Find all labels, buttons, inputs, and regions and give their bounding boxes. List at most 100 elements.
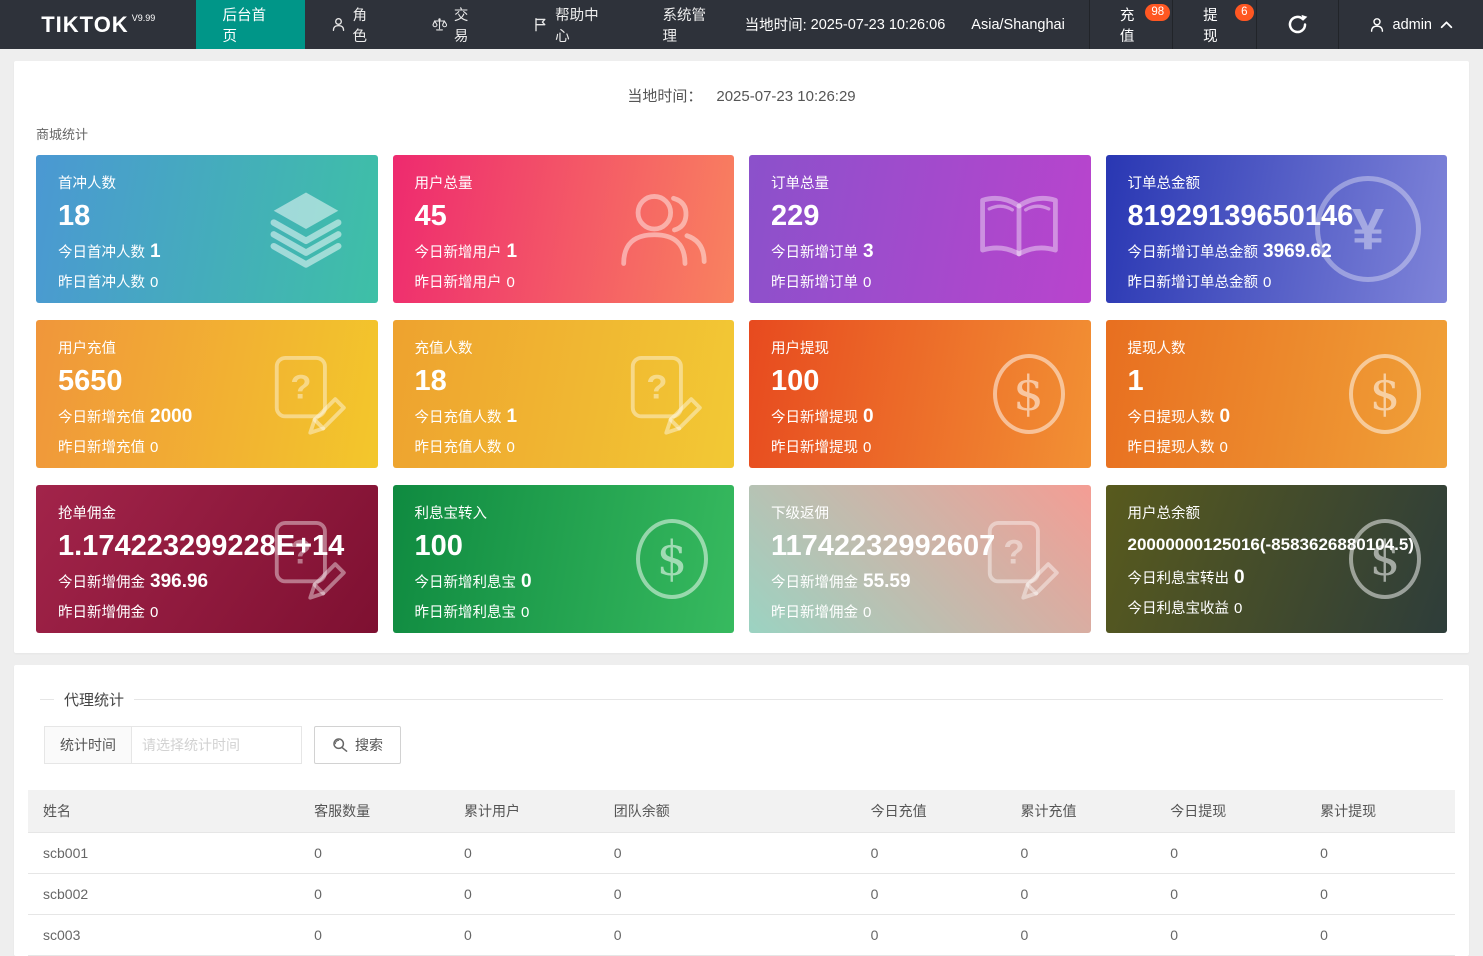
stat-card: 用户总量45今日新增用户1昨日新增用户0	[393, 155, 735, 303]
table-cell: 0	[299, 915, 449, 956]
table-row: scb0020000000	[28, 874, 1455, 915]
stat-card-line2: 昨日新增提现0	[771, 436, 1069, 457]
nav-item-label: 系统管理	[663, 4, 719, 46]
stats-panel: 当地时间：2025-07-23 10:26:29 商城统计 首冲人数18今日首冲…	[14, 61, 1469, 653]
section-title-mall-stats: 商城统计	[36, 124, 1447, 143]
section-title-agent-stats: 代理统计	[54, 689, 134, 710]
navbar-local-time: 当地时间: 2025-07-23 10:26:06 Asia/Shanghai	[745, 0, 1089, 49]
table-cell: 0	[856, 833, 1006, 874]
nav-menu: 后台首页 角色 交易帮助中心系统管理	[196, 0, 744, 49]
table-cell: 0	[1005, 833, 1155, 874]
dollar-icon: $	[993, 354, 1065, 434]
nav-item-角色[interactable]: 角色	[305, 0, 406, 49]
stat-card: 提现人数1今日提现人数0昨日提现人数0$	[1106, 320, 1448, 468]
agent-filter-form: 统计时间 搜索	[44, 726, 1443, 764]
stat-card: 用户提现100今日新增提现0昨日新增提现0$	[749, 320, 1091, 468]
table-header-cell: 团队余额	[599, 790, 856, 833]
stat-card-line2: 昨日新增订单0	[771, 271, 1069, 292]
table-row: sc0030000000	[28, 915, 1455, 956]
table-cell: 0	[1155, 874, 1305, 915]
table-cell: 0	[449, 833, 599, 874]
username: admin	[1393, 17, 1433, 33]
stat-card: 订单总量229今日新增订单3昨日新增订单0	[749, 155, 1091, 303]
table-cell: 0	[1155, 833, 1305, 874]
table-cell: 0	[1005, 915, 1155, 956]
recharge-button[interactable]: 充值 98	[1089, 0, 1172, 49]
nav-item-帮助中心[interactable]: 帮助中心	[507, 0, 636, 49]
table-cell: scb002	[28, 874, 299, 915]
withdraw-label: 提现	[1203, 4, 1225, 46]
refresh-icon	[1287, 14, 1308, 35]
table-cell: 0	[449, 874, 599, 915]
timezone-label: Asia/Shanghai	[971, 17, 1065, 33]
table-cell: sc003	[28, 915, 299, 956]
stat-card-line2: 昨日首冲人数0	[58, 271, 356, 292]
agent-table: 姓名客服数量累计用户团队余额今日充值累计充值今日提现累计提现 scb001000…	[28, 790, 1455, 956]
stat-card: 利息宝转入100今日新增利息宝0昨日新增利息宝0$	[393, 485, 735, 633]
search-button[interactable]: 搜索	[314, 726, 401, 764]
doc-icon: ?	[973, 516, 1065, 602]
app-version: V9.99	[132, 13, 156, 23]
stat-time-input[interactable]	[132, 726, 302, 764]
nav-item-后台首页[interactable]: 后台首页	[196, 0, 304, 49]
table-header-cell: 姓名	[28, 790, 299, 833]
stats-grid: 首冲人数18今日首冲人数1昨日首冲人数0用户总量45今日新增用户1昨日新增用户0…	[36, 155, 1447, 633]
nav-item-系统管理[interactable]: 系统管理	[637, 0, 745, 49]
withdraw-button[interactable]: 提现 6	[1172, 0, 1255, 49]
chevron-up-icon	[1440, 20, 1453, 29]
agent-panel: 代理统计 统计时间 搜索 姓名客服数量累计用户团队余额今日充值累计充值今日提现累…	[14, 665, 1469, 956]
stat-card-line2: 昨日新增利息宝0	[415, 601, 713, 622]
table-cell: 0	[599, 833, 856, 874]
stat-card-line2: 昨日新增充值0	[58, 436, 356, 457]
doc-icon: ?	[260, 516, 352, 602]
doc-icon: ?	[260, 351, 352, 437]
table-cell: 0	[299, 874, 449, 915]
layers-icon	[260, 186, 352, 272]
local-time-display-label: 当地时间：	[627, 88, 702, 105]
dollar-icon: $	[636, 519, 708, 599]
nav-item-交易[interactable]: 交易	[406, 0, 507, 49]
stat-card: 充值人数18今日充值人数1昨日充值人数0?	[393, 320, 735, 468]
table-header-row: 姓名客服数量累计用户团队余额今日充值累计充值今日提现累计提现	[28, 790, 1455, 833]
svg-text:?: ?	[290, 368, 311, 406]
stat-card: 抢单佣金1.174223299228E+14今日新增佣金396.96昨日新增佣金…	[36, 485, 378, 633]
recharge-label: 充值	[1120, 4, 1142, 46]
stat-time-label: 统计时间	[44, 726, 132, 764]
table-body: scb0010000000scb0020000000sc0030000000	[28, 833, 1455, 956]
stat-card-line2: 昨日提现人数0	[1128, 436, 1426, 457]
stat-card: 用户总余额20000000125016(-8583626880104.5)今日利…	[1106, 485, 1448, 633]
nav-item-label: 交易	[454, 4, 481, 46]
recharge-badge: 98	[1145, 4, 1170, 21]
table-cell: 0	[856, 915, 1006, 956]
table-cell: scb001	[28, 833, 299, 874]
yuan-icon: ¥	[1315, 176, 1421, 282]
table-header-cell: 累计提现	[1305, 790, 1455, 833]
table-cell: 0	[599, 874, 856, 915]
svg-text:?: ?	[646, 368, 667, 406]
agent-stats-fieldset: 代理统计 统计时间 搜索	[40, 689, 1443, 790]
users-icon	[616, 186, 708, 272]
search-button-label: 搜索	[355, 735, 383, 755]
refresh-button[interactable]	[1256, 0, 1338, 49]
stat-card: 订单总金额81929139650146今日新增订单总金额3969.62昨日新增订…	[1106, 155, 1448, 303]
admin-menu[interactable]: admin	[1338, 0, 1483, 49]
table-cell: 0	[1305, 915, 1455, 956]
table-header-cell: 今日提现	[1155, 790, 1305, 833]
stat-card: 下级返佣11742232992607今日新增佣金55.59昨日新增佣金0?	[749, 485, 1091, 633]
app-logo[interactable]: TIKTOKV9.99	[0, 0, 196, 49]
table-cell: 0	[1155, 915, 1305, 956]
table-header-cell: 今日充值	[856, 790, 1006, 833]
navbar-right: 当地时间: 2025-07-23 10:26:06 Asia/Shanghai …	[745, 0, 1483, 49]
nav-item-label: 角色	[353, 4, 380, 46]
svg-text:?: ?	[1003, 533, 1024, 571]
dollar-icon: $	[1349, 354, 1421, 434]
table-cell: 0	[856, 874, 1006, 915]
scales-icon	[432, 17, 447, 32]
search-icon	[332, 737, 348, 753]
stat-card: 首冲人数18今日首冲人数1昨日首冲人数0	[36, 155, 378, 303]
local-time-label: 当地时间:	[745, 14, 807, 35]
table-cell: 0	[1305, 874, 1455, 915]
stat-card-line2: 昨日新增佣金0	[771, 601, 1069, 622]
local-time-display: 当地时间：2025-07-23 10:26:29	[36, 77, 1447, 122]
top-navbar: TIKTOKV9.99 后台首页 角色 交易帮助中心系统管理 当地时间: 2025-…	[0, 0, 1483, 49]
